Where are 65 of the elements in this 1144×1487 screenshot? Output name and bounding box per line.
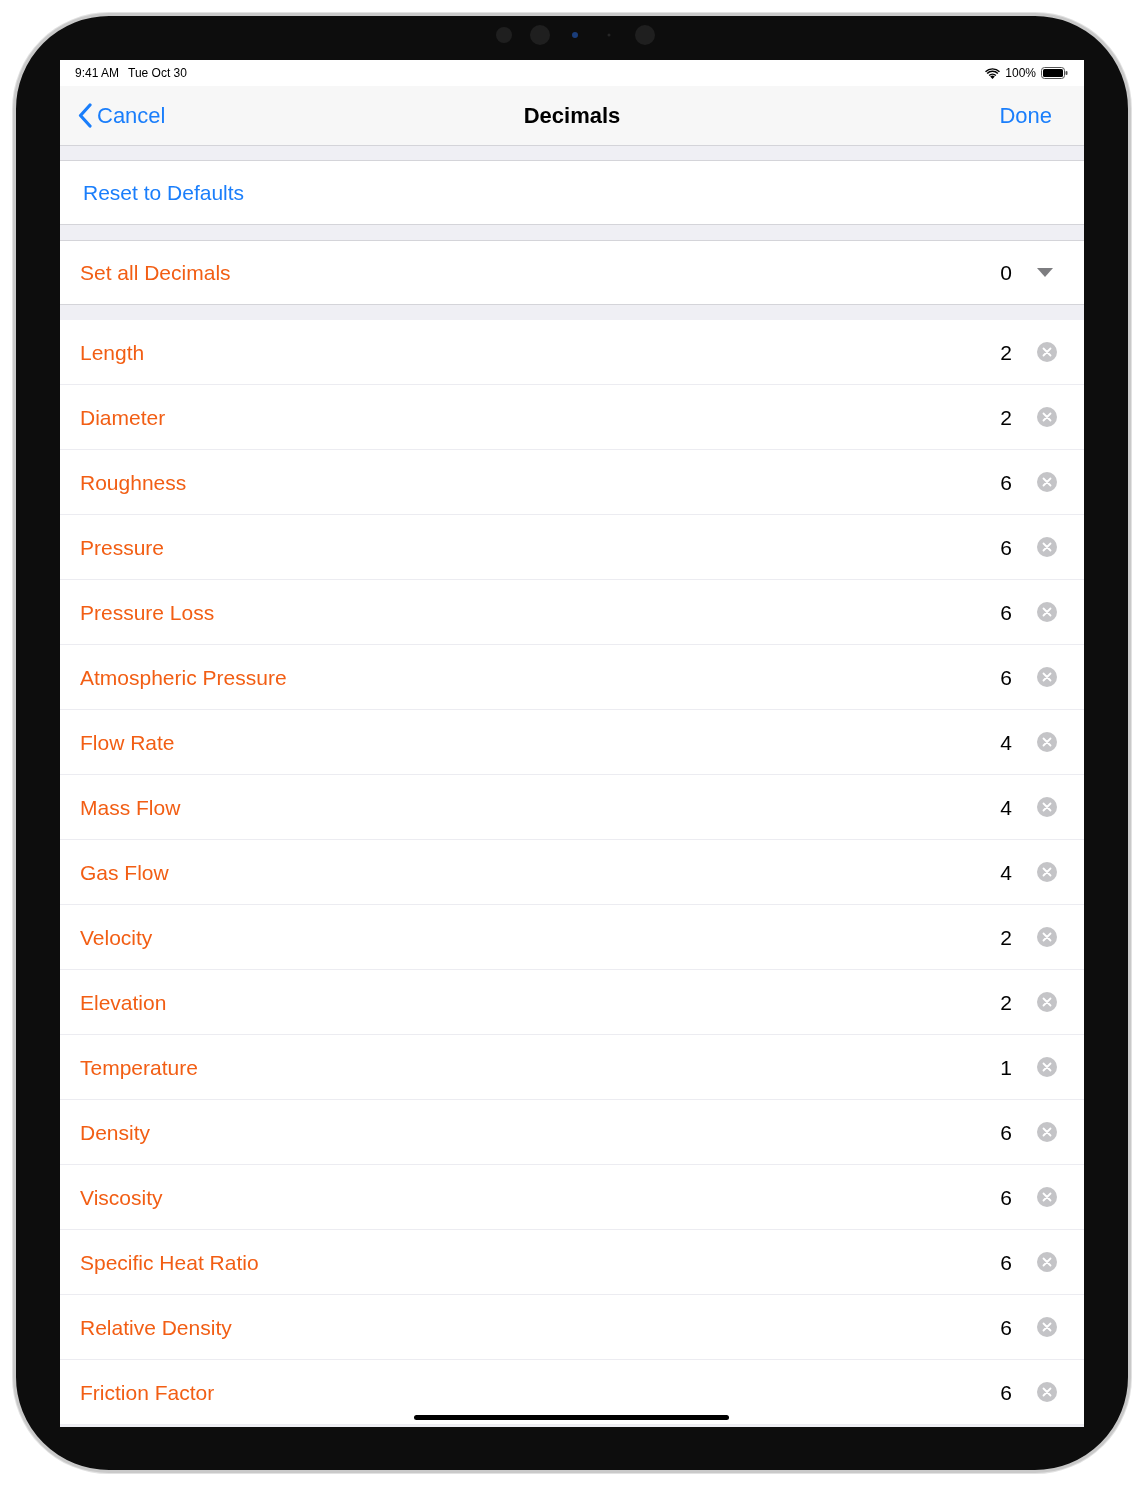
- row-value: 6: [1000, 471, 1012, 493]
- navigation-title: Decimals: [523, 104, 621, 127]
- battery-percentage: 100%: [1005, 67, 1036, 79]
- row-value: 6: [1000, 1186, 1012, 1208]
- row-label: Mass Flow: [80, 796, 182, 818]
- row-label: Roughness: [80, 471, 188, 493]
- status-date: Tue Oct 30: [128, 67, 187, 79]
- clear-icon[interactable]: [1037, 927, 1057, 947]
- row-value: 2: [1000, 406, 1012, 428]
- row-value: 2: [1000, 341, 1012, 363]
- row-label: Temperature: [80, 1056, 199, 1078]
- clear-icon[interactable]: [1037, 667, 1057, 687]
- row-label: Velocity: [80, 926, 154, 948]
- row-label: Length: [80, 341, 146, 363]
- row-label: Gas Flow: [80, 861, 170, 883]
- battery-icon: [1041, 67, 1068, 79]
- clear-icon[interactable]: [1037, 797, 1057, 817]
- clear-icon[interactable]: [1037, 602, 1057, 622]
- row-value: 6: [1000, 1251, 1012, 1273]
- row-value: 6: [1000, 1316, 1012, 1338]
- clear-icon[interactable]: [1037, 407, 1057, 427]
- cancel-button[interactable]: Cancel: [78, 103, 166, 128]
- clear-icon[interactable]: [1037, 1252, 1057, 1272]
- row-value: 6: [1000, 1381, 1012, 1403]
- row-value: 6: [1000, 536, 1012, 558]
- done-button[interactable]: Done: [999, 104, 1052, 127]
- row-value: 6: [1000, 666, 1012, 688]
- row-label: Elevation: [80, 991, 168, 1013]
- row-value: 4: [1000, 861, 1012, 883]
- wifi-icon: [985, 67, 1001, 79]
- set-all-value: 0: [1000, 262, 1012, 283]
- row-value: 4: [1000, 731, 1012, 753]
- clear-icon[interactable]: [1037, 1317, 1057, 1337]
- row-label: Relative Density: [80, 1316, 233, 1338]
- row-value: 6: [1000, 601, 1012, 623]
- reset-to-defaults-button[interactable]: Reset to Defaults: [83, 182, 245, 203]
- clear-icon[interactable]: [1037, 732, 1057, 752]
- row-value: 1: [1000, 1056, 1012, 1078]
- back-chevron-icon: [78, 103, 92, 128]
- row-label: Pressure: [80, 536, 166, 558]
- set-all-row[interactable]: Set all Decimals 0: [60, 240, 1084, 305]
- status-time: 9:41 AM: [75, 67, 120, 79]
- row-label: Viscosity: [80, 1186, 164, 1208]
- clear-icon[interactable]: [1037, 992, 1057, 1012]
- row-value: 2: [1000, 991, 1012, 1013]
- clear-icon[interactable]: [1037, 342, 1057, 362]
- row-label: Specific Heat Ratio: [80, 1251, 260, 1273]
- row-label: Flow Rate: [80, 731, 176, 753]
- dropdown-triangle-icon[interactable]: [1037, 268, 1053, 277]
- row-value: 6: [1000, 1121, 1012, 1143]
- clear-icon[interactable]: [1037, 472, 1057, 492]
- row-label: Atmospheric Pressure: [80, 666, 288, 688]
- clear-icon[interactable]: [1037, 1122, 1057, 1142]
- clear-icon[interactable]: [1037, 862, 1057, 882]
- clear-icon[interactable]: [1037, 1382, 1057, 1402]
- clear-icon[interactable]: [1037, 1057, 1057, 1077]
- row-value: 4: [1000, 796, 1012, 818]
- clear-icon[interactable]: [1037, 537, 1057, 557]
- row-value: 2: [1000, 926, 1012, 948]
- row-label: Friction Factor: [80, 1381, 216, 1403]
- row-label: Diameter: [80, 406, 167, 428]
- row-label: Density: [80, 1121, 152, 1143]
- clear-icon[interactable]: [1037, 1187, 1057, 1207]
- row-label: Pressure Loss: [80, 601, 216, 623]
- set-all-label: Set all Decimals: [80, 262, 232, 283]
